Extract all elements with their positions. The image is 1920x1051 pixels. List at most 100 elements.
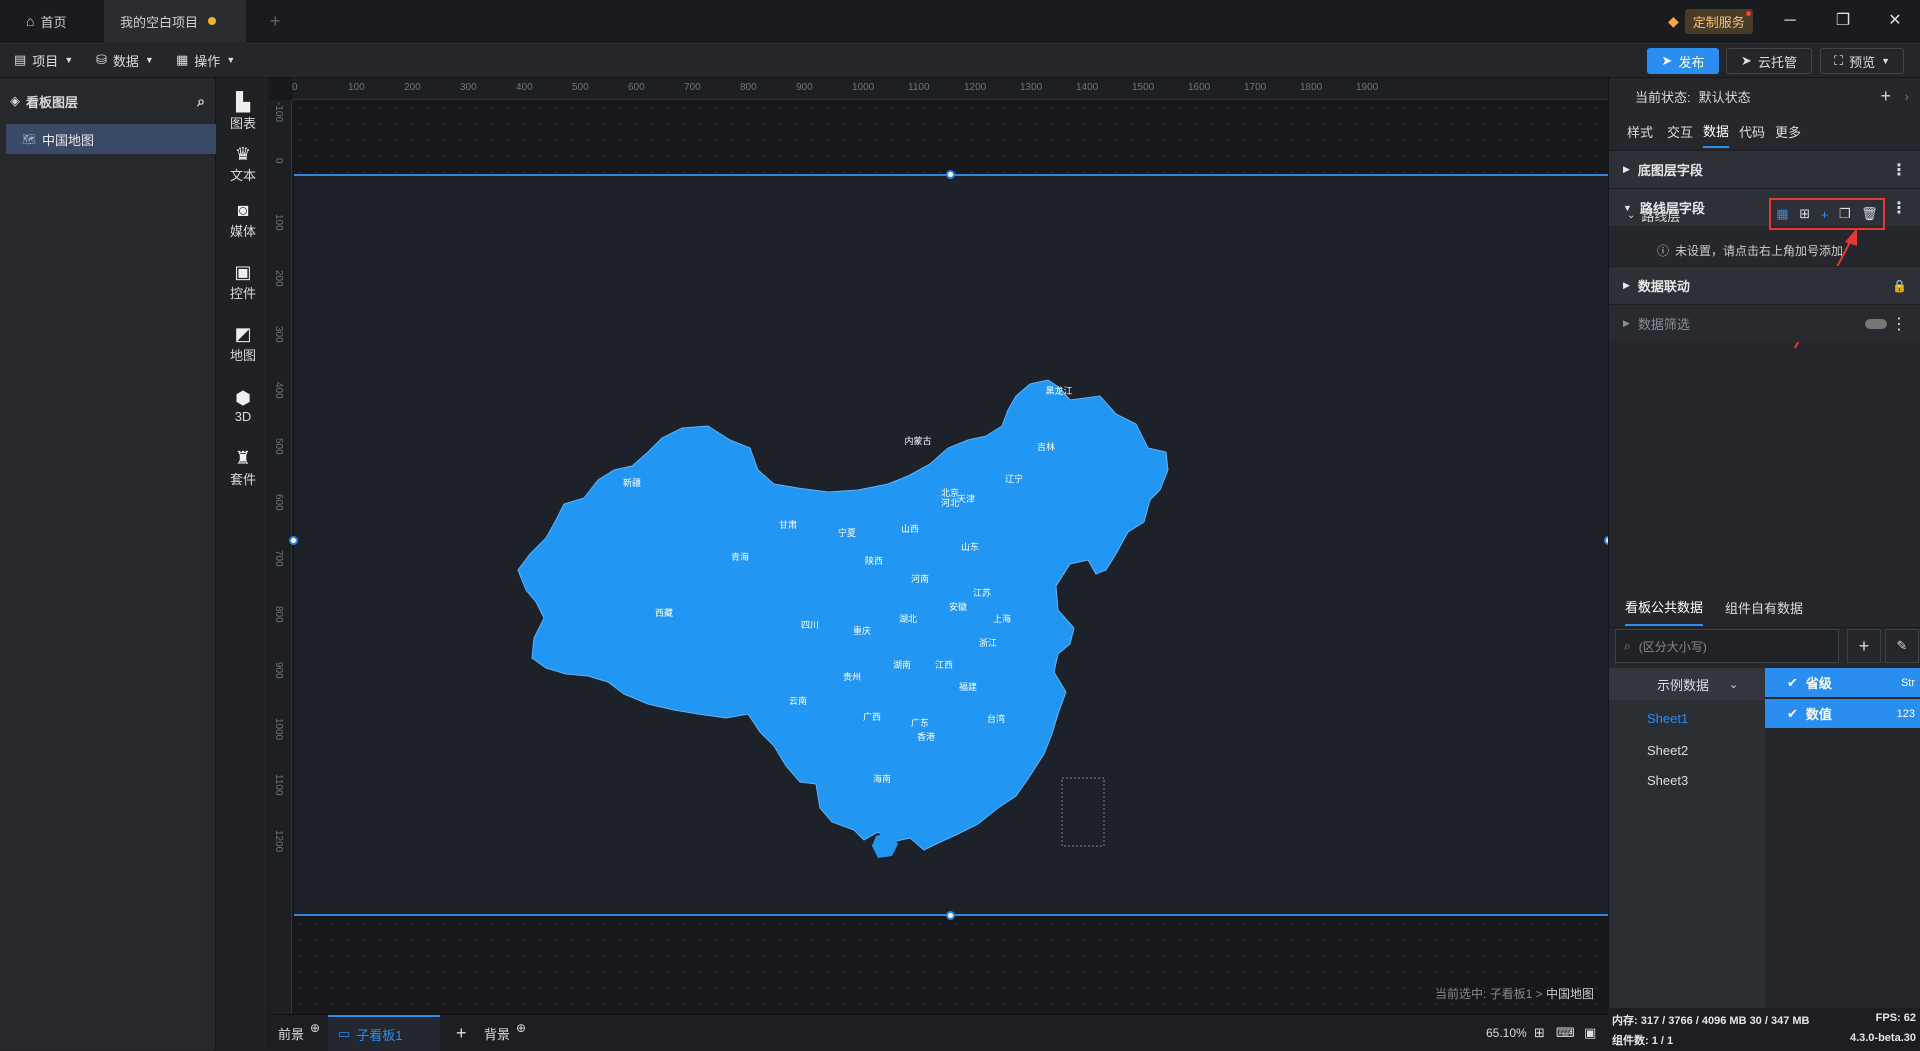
section-linkage[interactable]: ▶ 数据联动 🔒 — [1609, 266, 1920, 304]
province-label: 宁夏 — [838, 527, 856, 538]
sub-board[interactable]: 黑龙江 吉林 辽宁 内蒙古 北京 河北 天津 山西 山东 新疆 甘肃 宁夏 陕西 青海 西藏 河南 江苏 安徽 上海… — [289, 170, 1608, 920]
ruler-tick: 700 — [273, 550, 284, 567]
tab-style[interactable]: 样式 — [1627, 114, 1653, 148]
province-label: 陕西 — [865, 555, 883, 566]
lock-icon[interactable]: 🔒 — [1892, 279, 1907, 293]
add-circle-icon[interactable]: ⊕ — [516, 1021, 526, 1035]
component-control[interactable]: ▣ 控件 — [217, 254, 269, 310]
preview-button[interactable]: ⛶ 预览 ▼ — [1820, 48, 1904, 74]
data-source-tabs: 看板公共数据 组件自有数据 — [1609, 588, 1920, 628]
layout-icon[interactable]: ⊞ — [1799, 206, 1810, 222]
province-label: 云南 — [789, 695, 807, 706]
chevron-down-icon: ▼ — [226, 55, 236, 65]
component-control-label: 控件 — [229, 285, 256, 301]
tab-home[interactable]: ⌂ 首页 — [10, 0, 82, 42]
component-chart[interactable]: ▙ 图表 — [217, 84, 269, 140]
chevron-down-icon: ⌄ — [1729, 678, 1739, 691]
layers-header: ◈ 看板图层 ⌕ — [0, 78, 215, 124]
table-icon[interactable]: ▦ — [1776, 206, 1788, 222]
tab-more[interactable]: 更多 — [1775, 114, 1801, 148]
tab-own-data[interactable]: 组件自有数据 — [1725, 588, 1803, 626]
more-vertical-icon[interactable]: ⋮ — [1891, 160, 1907, 180]
component-3d[interactable]: ⬢ 3D — [217, 378, 269, 434]
search-field[interactable]: ⌕ (区分大小写) — [1615, 629, 1839, 663]
province-label: 甘肃 — [779, 519, 797, 530]
add-circle-icon[interactable]: ⊕ — [310, 1021, 320, 1035]
menu-bar: ▤ 项目 ▼ ⛁ 数据 ▼ ▦ 操作 ▼ ➤ 发布 ➤ 云托管 ⛶ 预览 ▼ — [0, 42, 1920, 78]
china-map[interactable]: 黑龙江吉林辽宁内蒙古北京河北天津山西山东新疆甘肃宁夏陕西青海西藏河南江苏安徽上海… — [294, 176, 1608, 918]
copy-icon[interactable]: ❐ — [1839, 206, 1851, 222]
ruler-tick: 600 — [273, 494, 284, 511]
delete-icon[interactable]: 🗑 — [1861, 206, 1878, 222]
database-icon: ⛁ — [96, 52, 107, 67]
fit-screen-icon[interactable]: ⊞ — [1534, 1015, 1545, 1051]
sheet-item-1[interactable]: Sheet1 — [1609, 702, 1765, 734]
add-board-button[interactable]: + — [456, 1015, 467, 1051]
component-media[interactable]: ◙ 媒体 — [217, 192, 269, 248]
tab-background[interactable]: 背景 ⊕ — [484, 1015, 526, 1051]
ruler-tick: 900 — [796, 82, 813, 93]
field-item-province[interactable]: ✔ 省级 Str — [1765, 668, 1920, 697]
province-label: 贵州 — [843, 671, 861, 682]
section-base-fields[interactable]: ▶ 底图层字段 ⋮ — [1609, 150, 1920, 188]
layers-icon: ◈ — [10, 93, 20, 108]
tab-public-data[interactable]: 看板公共数据 — [1625, 588, 1704, 626]
layer-item-china-map[interactable]: 🗺 中国地图 — [6, 124, 216, 154]
tab-data[interactable]: 数据 — [1703, 114, 1730, 148]
tab-code[interactable]: 代码 — [1739, 114, 1765, 148]
component-text[interactable]: ♛ 文本 — [217, 136, 269, 192]
terminal-icon[interactable]: ▣ — [1584, 1015, 1596, 1051]
chevron-right-icon[interactable]: › — [1905, 89, 1909, 104]
menu-operation[interactable]: ▦ 操作 ▼ — [176, 42, 235, 78]
preview-label: 预览 — [1849, 54, 1876, 70]
publish-button[interactable]: ➤ 发布 — [1647, 48, 1719, 74]
component-map[interactable]: ◩ 地图 — [217, 316, 269, 372]
keyboard-icon[interactable]: ⌨ — [1556, 1015, 1575, 1051]
custom-service[interactable]: ◆ 定制服务 — [1668, 8, 1753, 34]
caret-right-icon: ▶ — [1623, 280, 1630, 290]
chevron-down-icon[interactable]: ⌄ — [1627, 210, 1635, 221]
memory-status: 内存: 317 / 3766 / 4096 MB 30 / 347 MB — [1612, 1015, 1810, 1027]
add-data-button[interactable]: + — [1847, 629, 1881, 663]
add-icon[interactable]: + — [1821, 207, 1829, 222]
tab-interaction[interactable]: 交互 — [1667, 114, 1693, 148]
check-icon: ✔ — [1787, 674, 1798, 690]
sheet-item-3[interactable]: Sheet3 — [1609, 764, 1765, 796]
add-state-icon[interactable]: + — [1880, 86, 1891, 107]
tab-subboard-label: 子看板1 — [356, 1027, 403, 1043]
dataset-selector[interactable]: 示例数据 ⌄ — [1609, 668, 1765, 700]
field-item-value[interactable]: ✔ 数值 123 — [1765, 699, 1920, 728]
province-label: 浙江 — [979, 637, 997, 648]
close-icon[interactable]: ✕ — [1882, 8, 1908, 34]
edit-data-button[interactable]: ✎ — [1885, 629, 1919, 663]
caret-right-icon: ▶ — [1623, 318, 1630, 328]
province-label: 山东 — [961, 541, 979, 552]
custom-service-badge: 定制服务 — [1684, 8, 1753, 34]
minimize-icon[interactable]: ─ — [1777, 8, 1803, 34]
tab-subboard[interactable]: ▭ 子看板1 — [328, 1015, 440, 1051]
menu-project[interactable]: ▤ 项目 ▼ — [14, 42, 73, 78]
province-label: 内蒙古 — [904, 435, 931, 446]
component-count: 组件数: 1 / 1 — [1612, 1035, 1674, 1047]
menu-data[interactable]: ⛁ 数据 ▼ — [96, 42, 154, 78]
search-icon[interactable]: ⌕ — [197, 93, 205, 110]
search-placeholder: (区分大小写) — [1638, 639, 1707, 654]
tab-project[interactable]: 我的空白项目 — [104, 0, 246, 42]
canvas-area[interactable]: 0 100 200 300 400 500 600 700 800 900 1000 1100 1200… — [270, 78, 1608, 1014]
tab-foreground[interactable]: 前景 ⊕ — [278, 1015, 320, 1051]
zoom-level[interactable]: 65.10% — [1486, 1015, 1527, 1051]
section-filter[interactable]: ▶ 数据筛选 ⋮ — [1609, 304, 1920, 342]
empty-hint: ⓘ 未设置，请点击右上角加号添加 — [1609, 234, 1920, 266]
restore-icon[interactable]: ❐ — [1830, 8, 1856, 34]
route-layer-label: 路线层 — [1641, 208, 1681, 224]
cube-icon: ⬢ — [235, 387, 251, 408]
cloud-hosting-button[interactable]: ➤ 云托管 — [1726, 48, 1812, 74]
toggle-switch[interactable] — [1865, 318, 1887, 329]
more-vertical-icon[interactable]: ⋮ — [1891, 314, 1907, 334]
component-kit[interactable]: ♜ 套件 — [217, 440, 269, 496]
selection-info: 当前选中: 子看板1 > 中国地图 — [1435, 985, 1594, 1002]
properties-panel: 当前状态: 默认状态 + › 样式 交互 数据 代码 更多 ▶ 底图层字段 ⋮ … — [1608, 78, 1920, 1050]
new-tab-button[interactable]: + — [254, 0, 297, 42]
state-value[interactable]: 默认状态 — [1699, 87, 1751, 106]
sheet-item-2[interactable]: Sheet2 — [1609, 734, 1765, 766]
